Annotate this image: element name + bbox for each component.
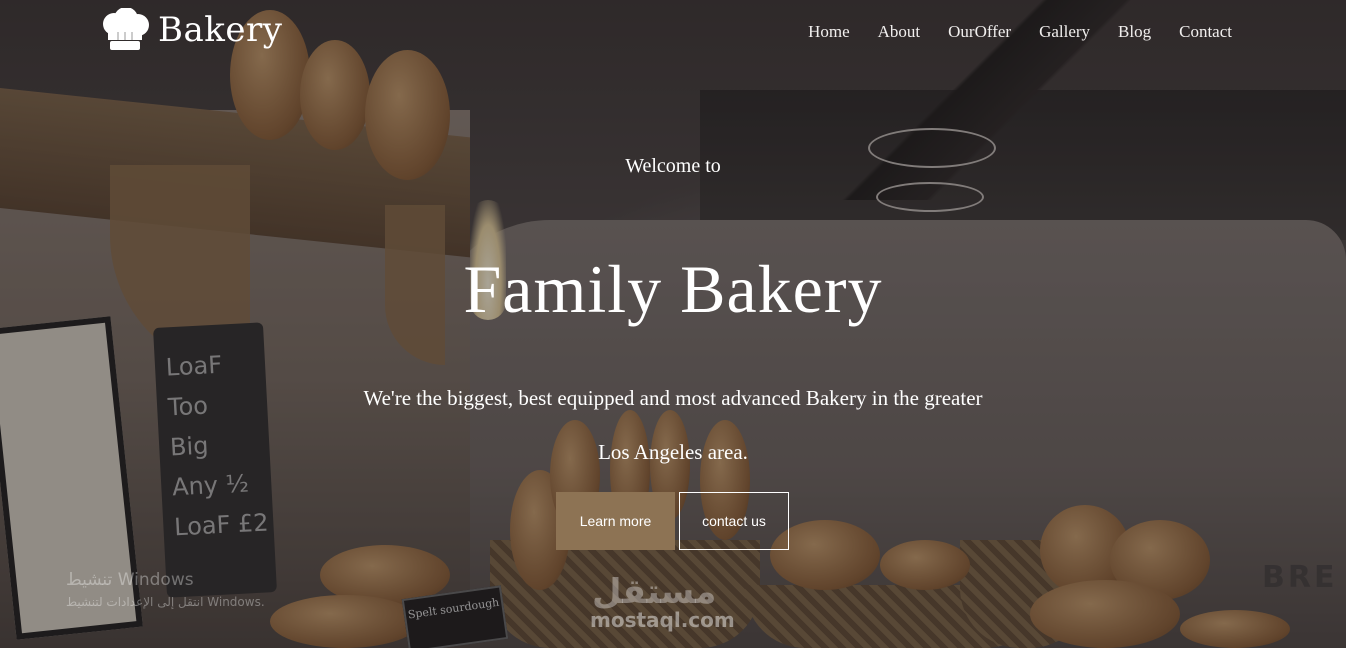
main-nav: Home About OurOffer Gallery Blog Contact — [808, 22, 1232, 42]
learn-more-button[interactable]: Learn more — [556, 492, 675, 550]
nav-item-home[interactable]: Home — [808, 22, 850, 42]
mostaql-watermark: mostaql.com — [590, 608, 735, 632]
contact-us-button[interactable]: contact us — [679, 492, 789, 550]
hero-description-line2: Los Angeles area. — [598, 440, 748, 464]
windows-activation-subtitle: انتقل إلى الإعدادات لتنشيط Windows. — [66, 595, 265, 609]
nav-item-gallery[interactable]: Gallery — [1039, 22, 1090, 42]
hero-welcome: Welcome to — [625, 155, 721, 177]
brand-logo[interactable]: Bakery — [98, 7, 283, 52]
nav-item-about[interactable]: About — [878, 22, 921, 42]
mostaql-watermark-arabic: مستقل — [592, 572, 717, 612]
hero-description-line1: We're the biggest, best equipped and mos… — [363, 386, 983, 410]
chef-hat-icon — [98, 7, 152, 52]
hero-title-wrap: Family Bakery — [0, 250, 1346, 329]
nav-item-blog[interactable]: Blog — [1118, 22, 1151, 42]
hero-title: Family Bakery — [463, 251, 883, 327]
nav-item-our-offer[interactable]: OurOffer — [948, 22, 1011, 42]
nav-item-contact[interactable]: Contact — [1179, 22, 1232, 42]
windows-activation-title: تنشيط Windows — [66, 570, 194, 590]
brand-name: Bakery — [158, 10, 283, 50]
